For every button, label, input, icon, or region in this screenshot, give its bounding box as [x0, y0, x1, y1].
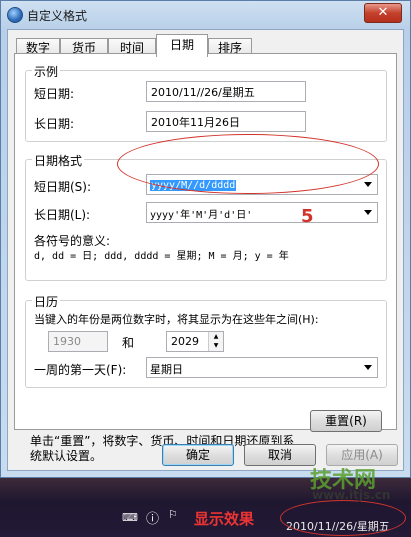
example-short-date-field: 2010/11//26/星期五 — [146, 81, 306, 102]
first-day-combo[interactable]: 星期日 — [146, 357, 378, 378]
chevron-down-icon[interactable] — [364, 365, 372, 370]
calendar-group: 日历 当键入的年份是两位数字时，将其显示为在这些年之间(H): 1930 和 2… — [25, 293, 387, 388]
dialog-client: 数字 货币 时间 日期 排序 示例 短日期: 2010/11//26/星期五 长… — [7, 29, 404, 471]
clock-highlight-ellipse — [280, 500, 406, 536]
date-format-group-label: 日期格式 — [32, 152, 85, 169]
two-digit-year-label: 当键入的年份是两位数字时，将其显示为在这些年之间(H): — [34, 313, 319, 326]
keyboard-icon[interactable]: ⌨ — [122, 511, 138, 524]
year-from-value: 1930 — [53, 335, 81, 348]
close-button[interactable]: ✕ — [364, 3, 402, 23]
example-group: 示例 短日期: 2010/11//26/星期五 长日期: 2010年11月26日 — [25, 63, 387, 142]
date-tab-panel: 示例 短日期: 2010/11//26/星期五 长日期: 2010年11月26日… — [14, 53, 397, 430]
calendar-group-label: 日历 — [32, 293, 61, 310]
first-day-value: 星期日 — [150, 363, 183, 376]
tab-date[interactable]: 日期 — [156, 34, 208, 57]
title-bar: 自定义格式 ✕ — [1, 1, 410, 29]
chevron-down-icon[interactable] — [364, 210, 372, 215]
globe-icon — [7, 7, 23, 23]
spinner-buttons[interactable]: ▲ ▼ — [208, 332, 223, 351]
help-icon[interactable]: ⓘ — [146, 508, 159, 527]
custom-format-dialog: 自定义格式 ✕ 数字 货币 时间 日期 排序 示例 短日期: 2010/11//… — [0, 0, 411, 478]
ok-button[interactable]: 确定 — [162, 444, 234, 466]
first-day-label: 一周的第一天(F): — [34, 363, 127, 377]
year-to-value: 2029 — [171, 335, 199, 348]
spin-down-icon[interactable]: ▼ — [209, 341, 223, 350]
reset-button[interactable]: 重置(R) — [310, 410, 382, 432]
example-group-label: 示例 — [32, 63, 61, 80]
chevron-down-icon[interactable] — [364, 182, 372, 187]
long-date-format-combo[interactable]: yyyy'年'M'月'd'日' — [146, 202, 378, 223]
long-date-format-value: yyyy'年'M'月'd'日' — [150, 210, 253, 221]
long-date-format-label: 长日期(L): — [34, 208, 91, 222]
spin-up-icon[interactable]: ▲ — [209, 332, 223, 341]
and-label: 和 — [122, 336, 135, 350]
short-date-format-label: 短日期(S): — [34, 180, 92, 194]
watermark-url: www.itjs.cn — [312, 488, 391, 502]
display-effect-label: 显示效果 — [194, 510, 255, 528]
tray-icon[interactable]: ⚐ — [168, 508, 178, 521]
year-to-spinner[interactable]: 2029 ▲ ▼ — [166, 331, 224, 352]
example-short-label: 短日期: — [34, 87, 75, 101]
format-highlight-ellipse — [117, 134, 379, 194]
symbol-meaning-text: d, dd = 日; ddd, dddd = 星期; M = 月; y = 年 — [34, 251, 289, 262]
example-long-date-field: 2010年11月26日 — [146, 111, 306, 132]
site-watermark: 技术网 www.itjs.cn — [290, 462, 410, 502]
annotation-number: 5 — [301, 206, 314, 227]
year-from-field: 1930 — [48, 331, 108, 352]
example-long-label: 长日期: — [34, 117, 75, 131]
window-title: 自定义格式 — [27, 9, 88, 23]
